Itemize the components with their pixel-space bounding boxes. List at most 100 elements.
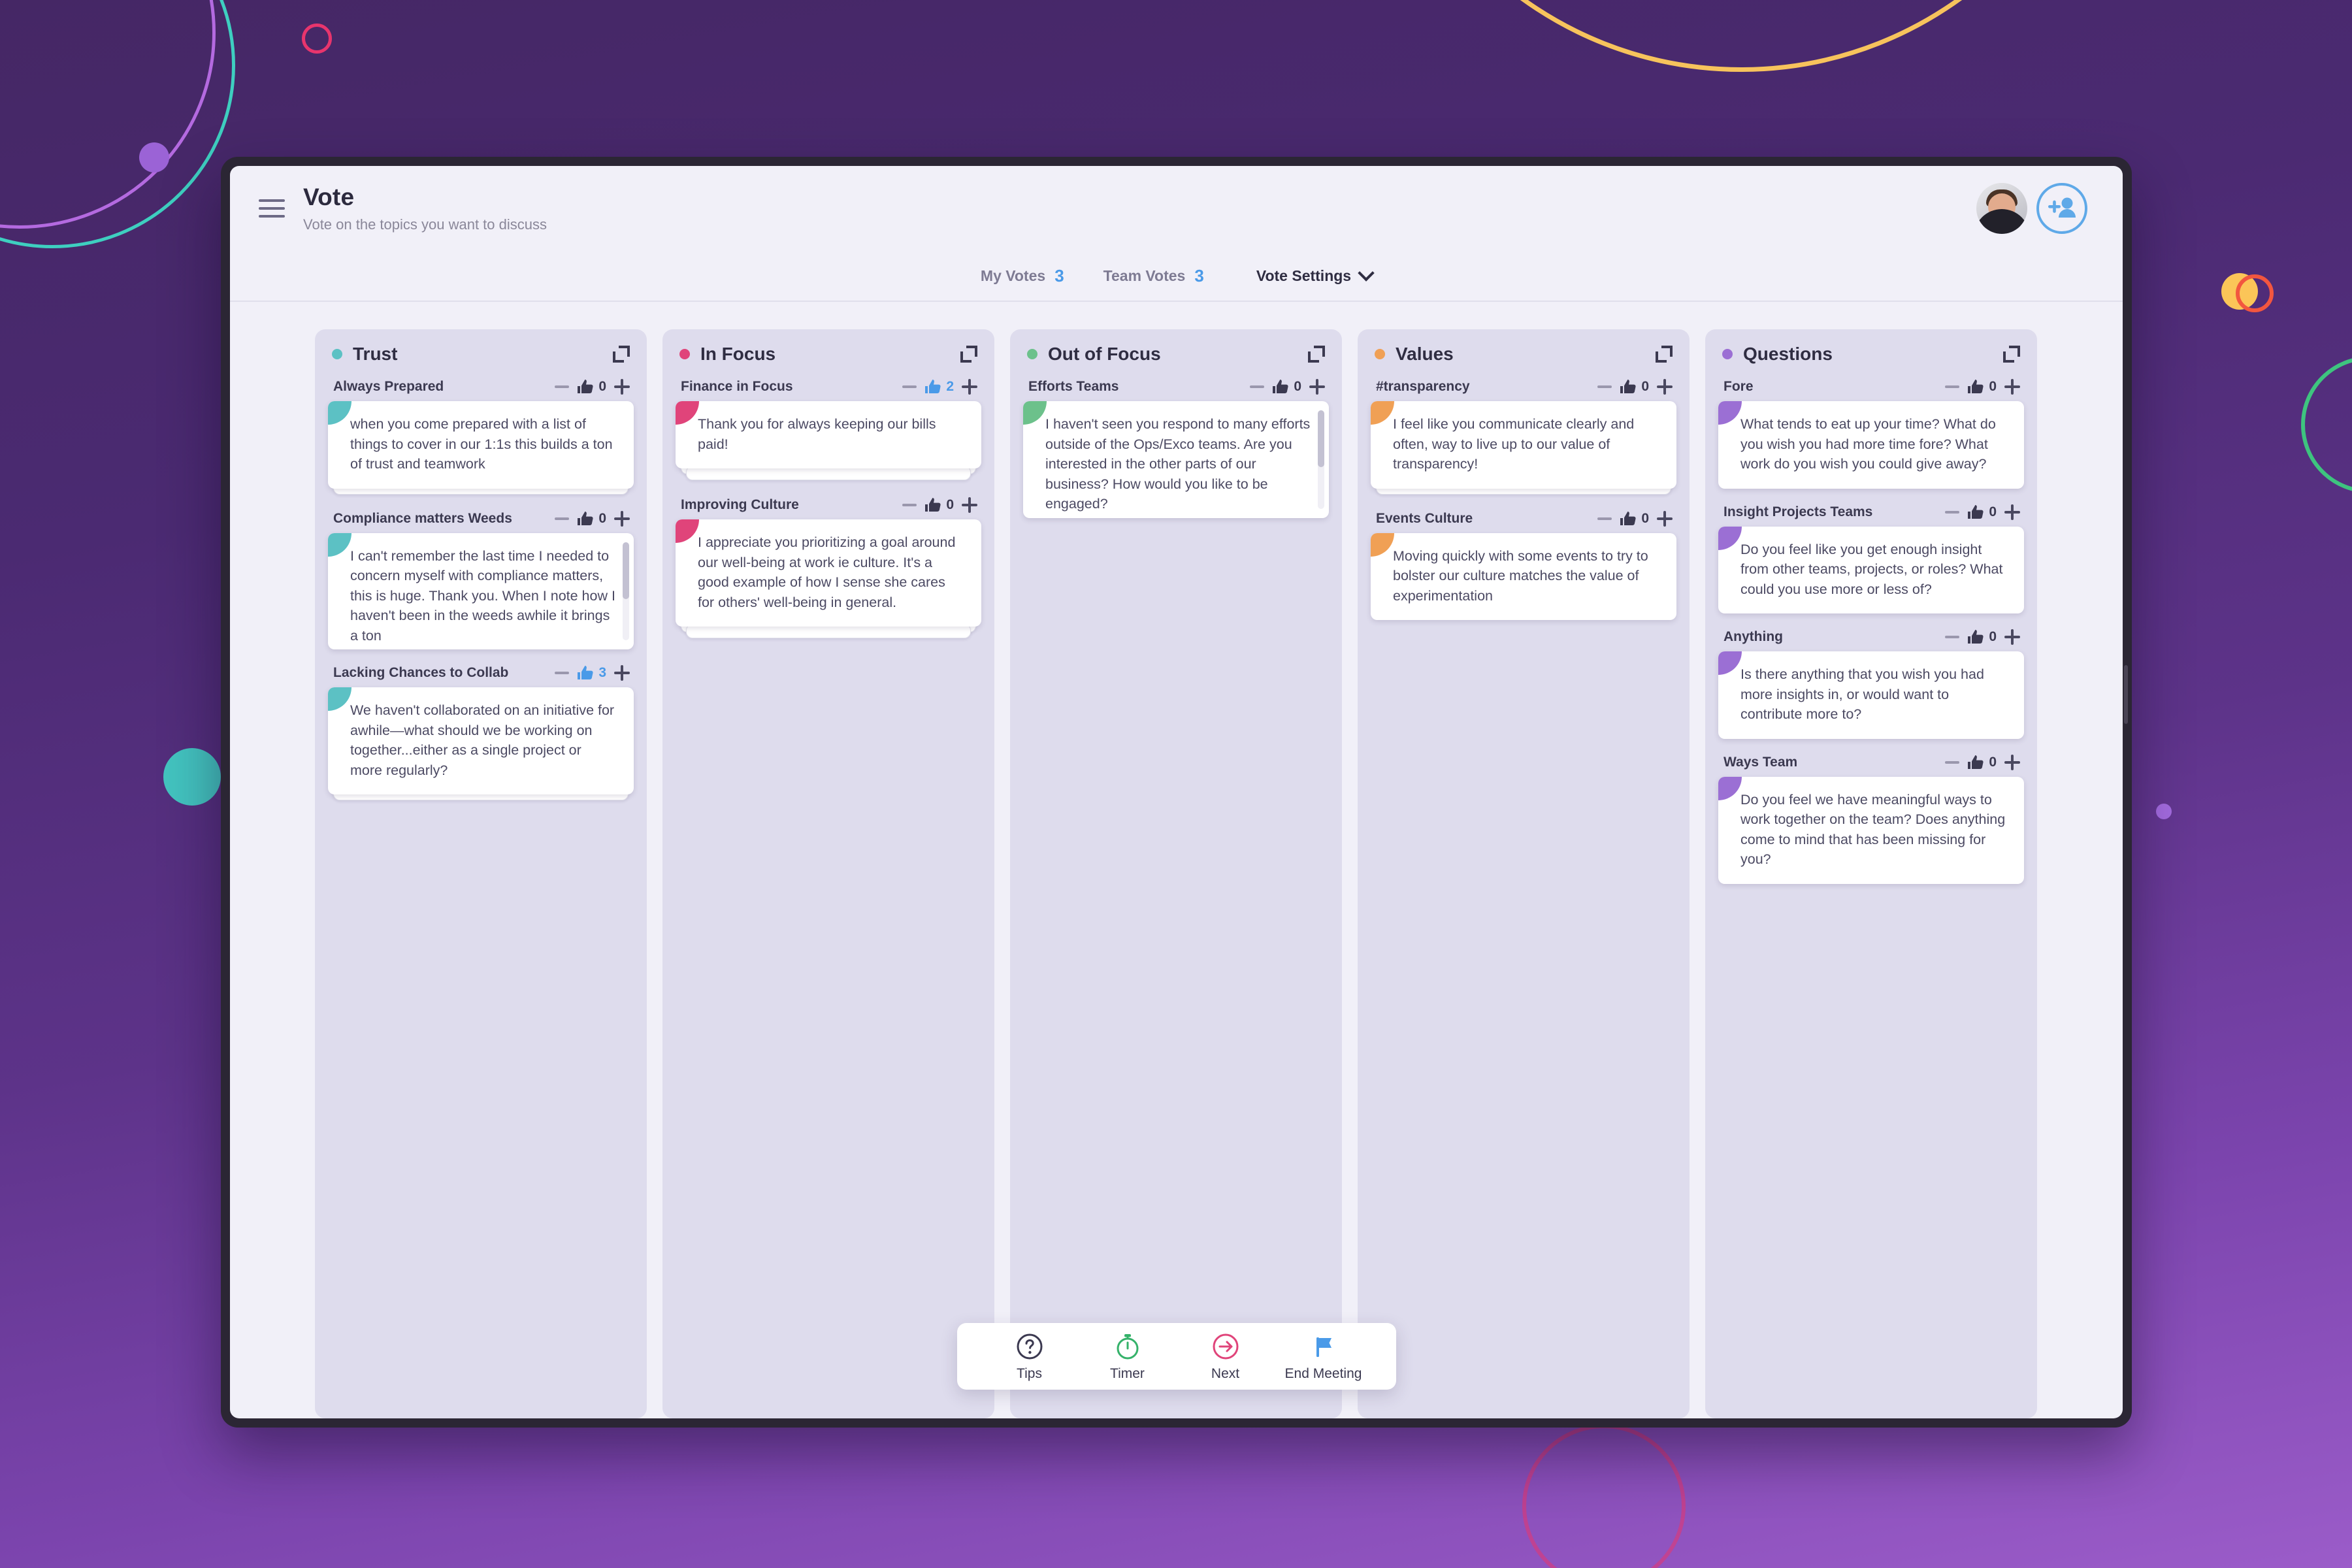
vote-count-indicator[interactable]: 2 (924, 379, 954, 395)
topic-card[interactable]: Is there anything that you wish you had … (1718, 651, 2024, 739)
card-stack: I feel like you communicate clearly and … (1371, 401, 1676, 495)
column-color-dot (332, 349, 342, 359)
vote-count: 2 (946, 379, 954, 394)
card-stack: Do you feel like you get enough insight … (1718, 526, 2024, 614)
card-scrollbar[interactable] (623, 542, 629, 641)
hamburger-icon[interactable] (259, 199, 285, 218)
vote-count-indicator[interactable]: 0 (1967, 379, 1997, 395)
vote-count-indicator[interactable]: 0 (577, 511, 606, 527)
column-color-dot (1722, 349, 1733, 359)
increase-vote-button[interactable] (1309, 379, 1325, 395)
vote-count-indicator[interactable]: 0 (1620, 379, 1649, 395)
topic-card[interactable]: I haven't seen you respond to many effor… (1023, 401, 1329, 518)
topic-item: Lacking Chances to Collab 3 We haven't c… (328, 665, 634, 801)
toolbar-button-end-meeting[interactable]: End Meeting (1275, 1332, 1373, 1382)
vote-count: 0 (946, 497, 954, 513)
decrease-vote-button[interactable] (1597, 517, 1612, 520)
increase-vote-button[interactable] (2004, 629, 2020, 645)
board-column: In Focus Finance in Focus 2 Thank you fo… (662, 329, 994, 1418)
decrease-vote-button[interactable] (902, 385, 917, 388)
team-votes-stat[interactable]: Team Votes 3 (1103, 266, 1204, 286)
topic-card[interactable]: What tends to eat up your time? What do … (1718, 401, 2024, 489)
topic-card[interactable]: Moving quickly with some events to try t… (1371, 532, 1676, 621)
increase-vote-button[interactable] (614, 665, 630, 681)
decrease-vote-button[interactable] (1945, 636, 1960, 639)
topic-card[interactable]: We haven't collaborated on an initiative… (328, 687, 634, 795)
toolbar-button-next[interactable]: Next (1177, 1332, 1275, 1382)
toolbar-button-tips[interactable]: Tips (981, 1332, 1079, 1382)
vote-count-indicator[interactable]: 0 (1967, 755, 1997, 770)
vote-count-indicator[interactable]: 0 (1967, 504, 1997, 520)
card-text: I can't remember the last time I needed … (350, 547, 619, 644)
topic-header: Anything 0 (1718, 629, 2024, 651)
increase-vote-button[interactable] (2004, 754, 2020, 770)
expand-icon[interactable] (1656, 346, 1673, 363)
topic-header: Insight Projects Teams 0 (1718, 504, 2024, 527)
chevron-down-icon (1358, 265, 1375, 282)
card-text: Thank you for always keeping our bills p… (698, 416, 940, 452)
arrow-right-circle-icon (1211, 1332, 1240, 1361)
card-scrollbar[interactable] (1318, 410, 1324, 509)
expand-icon[interactable] (1308, 346, 1325, 363)
topic-header: Events Culture 0 (1371, 510, 1676, 533)
decrease-vote-button[interactable] (555, 517, 570, 520)
decrease-vote-button[interactable] (1945, 760, 1960, 764)
increase-vote-button[interactable] (614, 379, 630, 395)
card-stack: Thank you for always keeping our bills p… (676, 401, 981, 481)
topic-card[interactable]: Do you feel we have meaningful ways to w… (1718, 776, 2024, 884)
user-avatar[interactable] (1976, 183, 2027, 234)
column-title: Trust (353, 344, 398, 364)
vote-count-indicator[interactable]: 0 (1967, 629, 1997, 645)
decrease-vote-button[interactable] (902, 504, 917, 507)
decrease-vote-button[interactable] (1250, 385, 1265, 388)
add-person-button[interactable] (2036, 183, 2087, 234)
vote-count: 0 (598, 510, 606, 526)
my-votes-stat[interactable]: My Votes 3 (981, 266, 1064, 286)
decrease-vote-button[interactable] (555, 672, 570, 675)
topic-header: Compliance matters Weeds 0 (328, 510, 634, 533)
vote-controls: 0 (1945, 754, 2020, 770)
decrease-vote-button[interactable] (555, 385, 570, 388)
card-text: I feel like you communicate clearly and … (1393, 416, 1639, 472)
decorative-orange-ring (2236, 274, 2274, 312)
scrollbar-thumb[interactable] (1318, 410, 1324, 468)
toolbar-button-label: End Meeting (1284, 1366, 1362, 1381)
expand-icon[interactable] (960, 346, 977, 363)
scrollbar-thumb[interactable] (623, 542, 629, 599)
toolbar-button-label: Timer (1110, 1366, 1145, 1381)
increase-vote-button[interactable] (2004, 379, 2020, 395)
board-column: Out of Focus Efforts Teams 0 I haven't s… (1010, 329, 1342, 1418)
topic-header: Efforts Teams 0 (1023, 379, 1329, 401)
vote-count: 0 (1989, 754, 1997, 770)
topic-item: Always Prepared 0 when you come prepared… (328, 379, 634, 495)
increase-vote-button[interactable] (614, 510, 630, 527)
vote-controls: 0 (902, 497, 977, 514)
expand-icon[interactable] (613, 346, 630, 363)
topic-card[interactable]: Do you feel like you get enough insight … (1718, 526, 2024, 614)
header-right (1976, 183, 2087, 234)
vote-count-indicator[interactable]: 0 (1620, 511, 1649, 527)
topic-card[interactable]: I feel like you communicate clearly and … (1371, 401, 1676, 489)
toolbar-button-timer[interactable]: Timer (1079, 1332, 1177, 1382)
vote-count-indicator[interactable]: 0 (1272, 379, 1301, 395)
decrease-vote-button[interactable] (1945, 510, 1960, 514)
vote-settings-label: Vote Settings (1256, 267, 1352, 284)
column-color-dot (1375, 349, 1385, 359)
vote-count-indicator[interactable]: 3 (577, 665, 606, 681)
topic-card[interactable]: I appreciate you prioritizing a goal aro… (676, 519, 981, 627)
topic-card[interactable]: I can't remember the last time I needed … (328, 532, 634, 650)
topic-card[interactable]: Thank you for always keeping our bills p… (676, 401, 981, 469)
increase-vote-button[interactable] (1657, 510, 1673, 527)
decrease-vote-button[interactable] (1945, 385, 1960, 388)
increase-vote-button[interactable] (2004, 504, 2020, 520)
topic-card[interactable]: when you come prepared with a list of th… (328, 401, 634, 489)
expand-icon[interactable] (2003, 346, 2020, 363)
card-text: when you come prepared with a list of th… (350, 416, 617, 472)
vote-count-indicator[interactable]: 0 (924, 497, 954, 513)
vote-settings-dropdown[interactable]: Vote Settings (1256, 265, 1375, 285)
decrease-vote-button[interactable] (1597, 385, 1612, 388)
increase-vote-button[interactable] (962, 497, 977, 514)
vote-count-indicator[interactable]: 0 (577, 379, 606, 395)
increase-vote-button[interactable] (1657, 379, 1673, 395)
increase-vote-button[interactable] (962, 379, 977, 395)
